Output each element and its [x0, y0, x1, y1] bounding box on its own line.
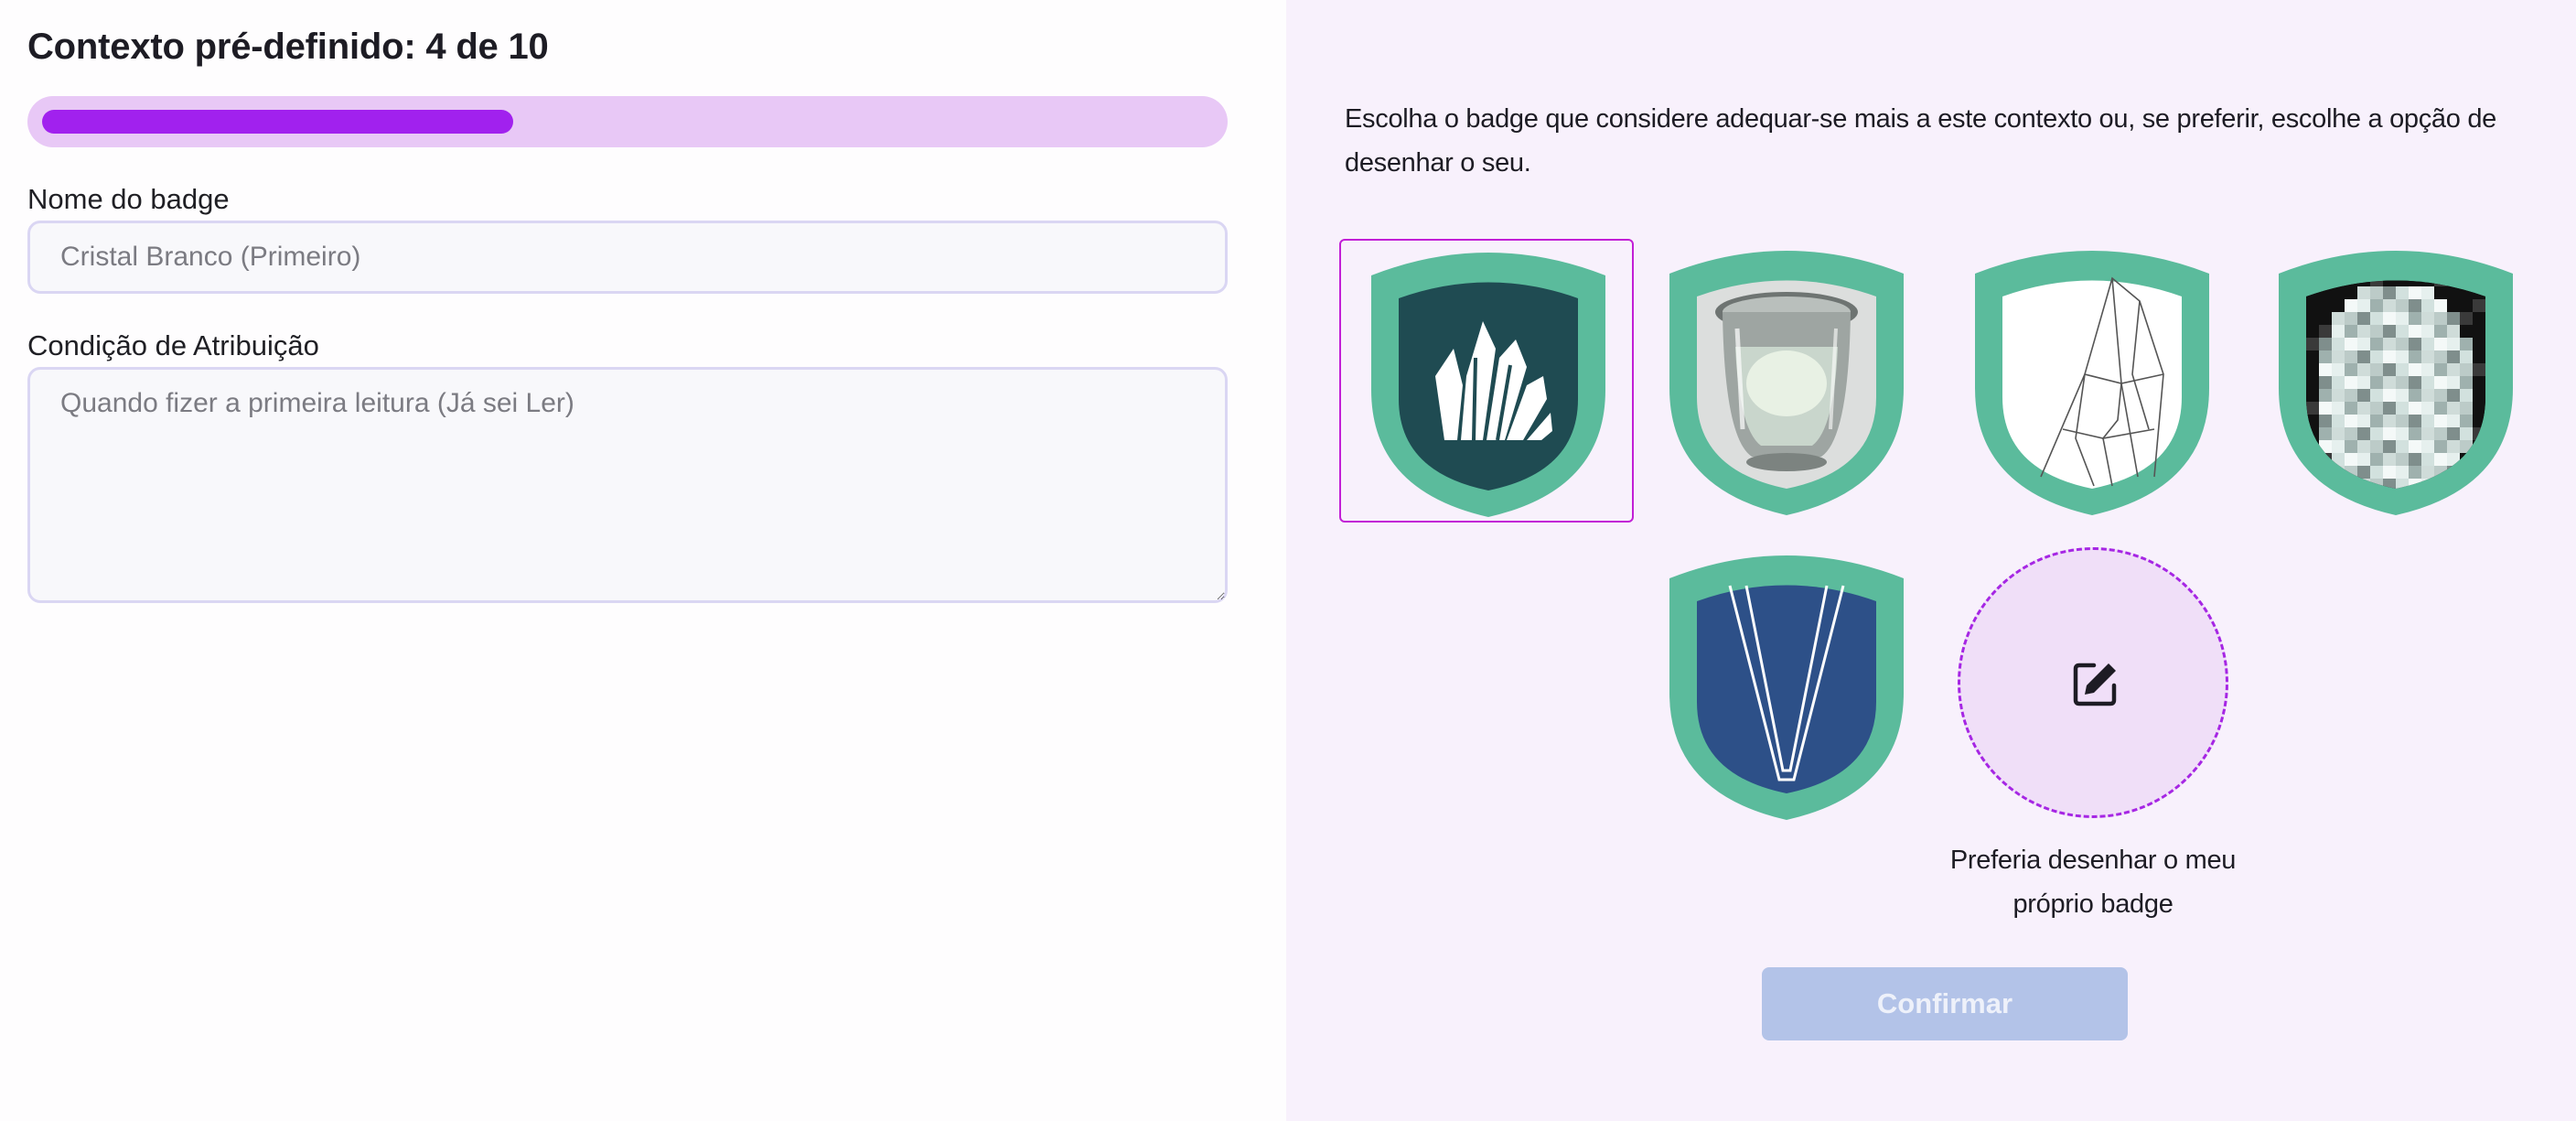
draw-own-badge-option[interactable] — [1958, 547, 2228, 818]
edit-pencil-icon — [2073, 663, 2117, 706]
blue-crystal-icon — [1669, 555, 1904, 820]
badge-option-sketched-crystal[interactable] — [1945, 239, 2239, 523]
badge-option-pixel-crystal[interactable] — [2249, 239, 2543, 523]
pixel-crystal-icon — [2279, 251, 2513, 515]
badge-form-pane: Contexto pré-definido: 4 de 10 Nome do b… — [0, 0, 1286, 1121]
badge-option-blue-crystal[interactable] — [1639, 544, 1934, 827]
chooser-instructions: Escolha o badge que considere adequar-se… — [1345, 104, 2497, 178]
award-condition-textarea[interactable] — [27, 367, 1228, 603]
page-title: Contexto pré-definido: 4 de 10 — [27, 27, 549, 67]
badge-option-glass[interactable] — [1639, 239, 1934, 523]
crystal-cluster-icon — [1371, 253, 1605, 517]
draw-own-badge-caption: Preferia desenhar o meu próprio badge — [1949, 846, 2237, 919]
badge-selection-screen: Contexto pré-definido: 4 de 10 Nome do b… — [0, 0, 2576, 1121]
context-progress-bar — [27, 96, 1228, 147]
badge-name-label: Nome do badge — [27, 183, 230, 215]
badge-name-input[interactable] — [27, 221, 1228, 294]
context-progress-fill — [42, 110, 513, 134]
sketched-crystal-icon — [1975, 251, 2209, 515]
confirm-button[interactable]: Confirmar — [1762, 967, 2128, 1040]
badge-option-crystal-cluster[interactable] — [1339, 239, 1634, 523]
badge-chooser-pane: Escolha o badge que considere adequar-se… — [1286, 0, 2576, 1121]
award-condition-label: Condição de Atribuição — [27, 329, 319, 361]
glass-of-water-icon — [1669, 251, 1904, 515]
